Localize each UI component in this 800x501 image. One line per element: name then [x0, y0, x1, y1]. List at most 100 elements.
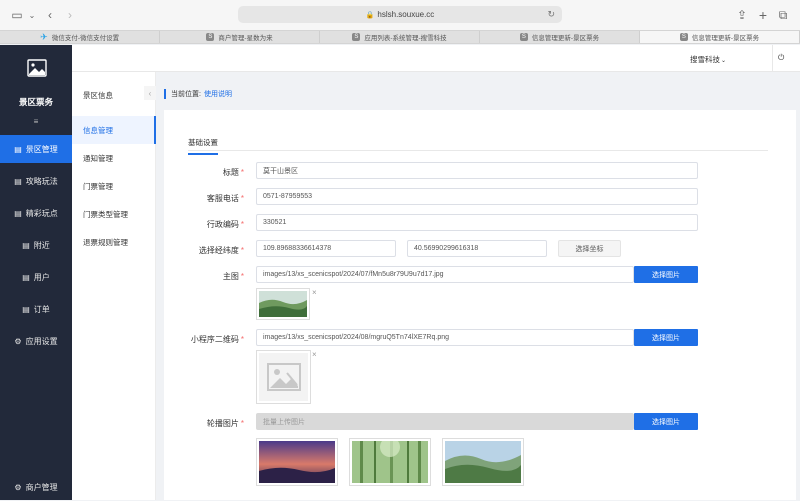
document-icon: ▤ [22, 304, 30, 314]
landscape-image [259, 291, 307, 317]
new-tab-icon[interactable]: + [757, 7, 769, 23]
sidebar-toggle-icon[interactable]: ▭ [10, 7, 24, 23]
power-icon[interactable]: ⏻ [778, 53, 784, 63]
sidebar-item-label: 用户 [33, 272, 50, 282]
select-qrcode-button[interactable]: 选择图片 [634, 329, 698, 346]
top-header: 搜雪科技⌄ ⏻ [72, 45, 800, 72]
carousel-thumbnail [442, 438, 524, 486]
sidebar-item-orders[interactable]: ▤ 订单 [0, 295, 72, 323]
longitude-field[interactable]: 109.89688336614378 [256, 240, 396, 257]
submenu-item-info[interactable]: 信息管理 [72, 116, 156, 144]
sidebar-item-highlights[interactable]: ▤ 精彩玩点 [0, 199, 72, 227]
favicon-icon: S [519, 33, 528, 41]
sidebar-item-nearby[interactable]: ▤ 附近 [0, 231, 72, 259]
carousel-thumbnail [349, 437, 431, 486]
sidebar-item-label: 应用设置 [25, 336, 58, 346]
document-icon: ▤ [22, 272, 30, 282]
main-image-path-field[interactable]: images/13/xs_scenicspot/2024/07/fMn5u8r7… [256, 266, 634, 283]
gear-icon: ⚙ [14, 482, 22, 492]
qrcode-path-field[interactable]: images/13/xs_scenicspot/2024/08/mgruQ5Tn… [256, 329, 634, 346]
title-field[interactable]: 莫干山景区 [256, 162, 698, 179]
sidebar-item-label: 订单 [33, 304, 50, 314]
browser-tab-active[interactable]: S 信息管理更新-景区票务 [640, 31, 800, 43]
submenu-item-ticket-types[interactable]: 门票类型管理 [72, 200, 156, 228]
tab-bar: ✈ 微信支付-微信支付设置 S 商户管理-星数为来 S 应用列表-系统管理-搜雪科技 … [0, 30, 800, 44]
sidebar-item-merchant[interactable]: ⚙ 商户管理 [0, 473, 72, 501]
reload-icon[interactable]: ↻ [547, 9, 555, 20]
tab-overview-icon[interactable]: ⧉ [776, 7, 790, 23]
qrcode-thumbnail [256, 350, 311, 404]
submenu-title: 景区信息 [83, 91, 113, 100]
document-icon: ▤ [14, 176, 22, 186]
forward-icon[interactable]: › [64, 7, 76, 23]
company-name: 搜雪科技 [690, 55, 720, 64]
tab-title: 应用列表-系统管理-搜雪科技 [364, 35, 447, 42]
region-code-label: 行政编码 * [206, 220, 244, 229]
company-menu[interactable]: 搜雪科技⌄ [690, 54, 726, 65]
tab-title: 信息管理更新-景区票务 [531, 35, 600, 42]
document-icon: ▤ [14, 144, 22, 154]
chevron-down-icon[interactable]: ⌄ [27, 7, 37, 23]
remove-qrcode-icon[interactable]: × [312, 350, 317, 359]
phone-label: 客服电话 * [206, 194, 244, 203]
coords-label: 选择经纬度 * [198, 246, 244, 255]
sidebar-item-label: 商户管理 [25, 482, 58, 492]
app-name: 景区票务 [18, 97, 53, 107]
sidebar: 景区票务 ≡ ▤ 景区管理 ▤ 攻略玩法 ▤ 精彩玩点 ▤ 附近 ▤ 用户 ▤ 订单 ⚙ 应用… [0, 45, 72, 500]
sidebar-item-app-settings[interactable]: ⚙ 应用设置 [0, 327, 72, 355]
carousel-upload-field[interactable]: 批量上传图片 [256, 413, 634, 430]
favicon-icon: S [679, 33, 688, 41]
select-carousel-button[interactable]: 选择图片 [634, 413, 698, 430]
mountain-valley-image [445, 441, 521, 483]
sidebar-item-label: 精彩玩点 [25, 208, 58, 218]
browser-tab[interactable]: S 商户管理-星数为来 [160, 31, 320, 43]
submenu-item-tickets[interactable]: 门票管理 [72, 172, 156, 200]
url-text: hslsh.souxue.cc [377, 10, 435, 19]
favicon-icon: S [352, 33, 361, 41]
broken-image-icon [266, 363, 301, 391]
plane-icon: ✈ [40, 31, 48, 42]
title-label: 标题 * [222, 168, 244, 177]
sunset-image [259, 441, 335, 483]
tab-basic-settings[interactable]: 基础设置 [188, 137, 218, 155]
address-bar[interactable]: 🔒 hslsh.souxue.cc ↻ [238, 6, 562, 23]
sidebar-item-scenic[interactable]: ▤ 景区管理 [0, 135, 72, 163]
image-placeholder [259, 353, 308, 401]
latitude-field[interactable]: 40.56990299616318 [407, 240, 547, 257]
chevron-down-icon: ⌄ [721, 58, 727, 64]
tab-title: 信息管理更新-景区票务 [691, 35, 760, 42]
sidebar-item-label: 攻略玩法 [25, 176, 58, 186]
breadcrumb-link[interactable]: 使用说明 [204, 89, 232, 99]
collapse-icon[interactable]: ‹ [144, 86, 156, 100]
document-icon: ▤ [14, 208, 22, 218]
gear-icon: ⚙ [14, 336, 22, 346]
content-card: 基础设置 标题 * 莫干山景区 客服电话 * 0571-87959553 行政编码 *… [164, 110, 796, 500]
back-icon[interactable]: ‹ [44, 7, 56, 23]
main-image-label: 主图 * [222, 272, 244, 281]
bamboo-forest-image [352, 437, 428, 483]
sidebar-item-guide[interactable]: ▤ 攻略玩法 [0, 167, 72, 195]
main-image-thumbnail [256, 288, 310, 320]
region-code-field[interactable]: 330521 [256, 214, 698, 231]
carousel-thumbnail [256, 438, 338, 486]
phone-field[interactable]: 0571-87959553 [256, 188, 698, 205]
remove-main-image-icon[interactable]: × [312, 288, 317, 297]
sidebar-item-users[interactable]: ▤ 用户 [0, 263, 72, 291]
header-divider [772, 45, 773, 72]
browser-tab[interactable]: S 应用列表-系统管理-搜雪科技 [320, 31, 480, 43]
share-icon[interactable]: ⇪ [736, 7, 748, 23]
tab-title: 商户管理-星数为来 [218, 35, 273, 42]
menu-toggle-icon[interactable]: ≡ [0, 117, 72, 126]
document-icon: ▤ [22, 240, 30, 250]
browser-tab[interactable]: S 信息管理更新-景区票务 [480, 31, 640, 43]
choose-coords-button[interactable]: 选择坐标 [558, 240, 621, 257]
carousel-label: 轮播图片 * [206, 419, 244, 428]
submenu-item-refund-rules[interactable]: 退票规则管理 [72, 228, 156, 256]
submenu-item-notice[interactable]: 通知管理 [72, 144, 156, 172]
qrcode-label: 小程序二维码 * [190, 335, 244, 344]
sidebar-item-label: 附近 [33, 240, 50, 250]
submenu: 景区信息 ‹ 信息管理 通知管理 门票管理 门票类型管理 退票规则管理 [72, 72, 156, 500]
browser-tab[interactable]: ✈ 微信支付-微信支付设置 [0, 31, 160, 43]
select-main-image-button[interactable]: 选择图片 [634, 266, 698, 283]
browser-toolbar: ▭ ⌄ ‹ › 🔒 hslsh.souxue.cc ↻ ⇪ + ⧉ [0, 0, 800, 30]
